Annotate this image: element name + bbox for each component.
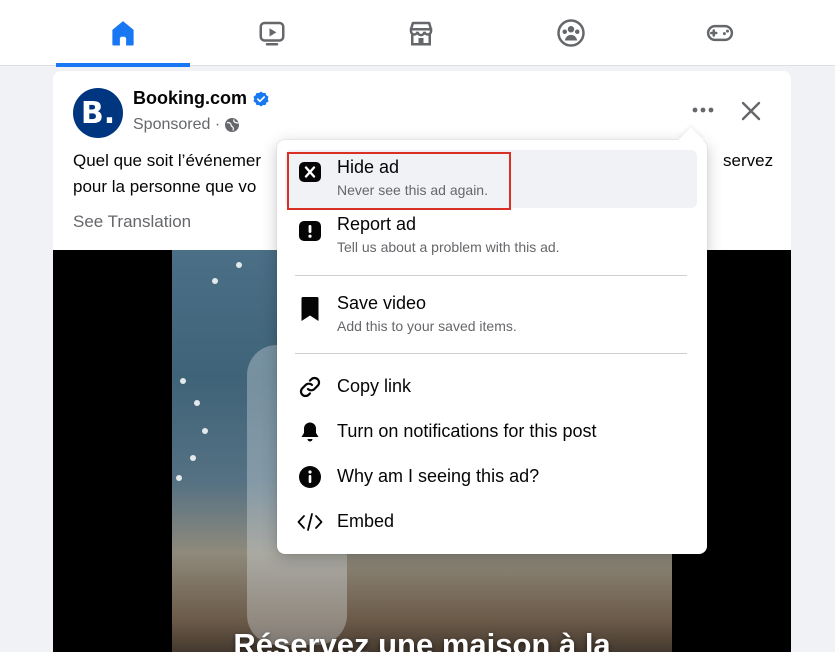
sponsored-label[interactable]: Sponsored · (133, 116, 220, 134)
home-icon (112, 21, 134, 46)
notifications-label: Turn on notifications for this post (337, 421, 597, 441)
post-meta: Sponsored · (133, 116, 240, 134)
tab-home[interactable] (56, 0, 190, 67)
water-sparkle (236, 262, 242, 268)
menu-divider (295, 275, 687, 276)
caption-line-1: Quel que soit l’événemer (73, 151, 262, 170)
verified-badge-icon (253, 91, 269, 106)
menu-item-save-video[interactable]: Save video Add this to your saved items. (285, 286, 697, 342)
gaming-icon (706, 24, 734, 42)
avatar-letter: B. (80, 95, 116, 131)
author-name[interactable]: Booking.com (133, 88, 247, 109)
save-video-description: Add this to your saved items. (337, 318, 517, 334)
report-ad-label: Report ad (337, 214, 417, 234)
top-navigation (0, 0, 835, 67)
menu-item-why-ad[interactable]: Why am I seeing this ad? (285, 456, 697, 498)
report-ad-description: Tell us about a problem with this ad. (337, 239, 560, 255)
water-sparkle (194, 400, 200, 406)
menu-item-embed[interactable]: Embed (285, 501, 697, 543)
tab-gaming[interactable] (653, 0, 787, 66)
annotation-highlight-box (287, 152, 511, 210)
tab-marketplace[interactable] (354, 0, 488, 66)
marketplace-icon (409, 21, 433, 46)
bell-icon (297, 419, 323, 445)
menu-divider (295, 353, 687, 354)
tab-groups[interactable] (504, 0, 638, 66)
video-icon (259, 21, 285, 46)
info-icon (297, 464, 323, 490)
water-sparkle (212, 278, 218, 284)
link-icon (297, 374, 323, 400)
bookmark-icon (297, 296, 323, 322)
tab-video[interactable] (205, 0, 339, 66)
video-overlay-text: Réservez une maison à la (233, 627, 611, 652)
menu-item-report-ad[interactable]: Report ad Tell us about a problem with t… (285, 210, 697, 264)
why-ad-label: Why am I seeing this ad? (337, 466, 540, 486)
water-sparkle (176, 475, 182, 481)
groups-icon (557, 19, 585, 47)
post-options-menu: Hide ad Never see this ad again. Report … (277, 127, 707, 554)
more-options-button[interactable] (685, 96, 721, 124)
menu-item-copy-link[interactable]: Copy link (285, 366, 697, 408)
see-translation-link[interactable]: See Translation (73, 212, 191, 232)
report-ad-icon (297, 218, 323, 244)
water-sparkle (202, 428, 208, 434)
close-icon (741, 101, 761, 121)
globe-icon (225, 118, 240, 132)
water-sparkle (180, 378, 186, 384)
menu-item-notifications[interactable]: Turn on notifications for this post (285, 411, 697, 453)
code-icon (297, 509, 323, 535)
save-video-label: Save video (337, 293, 427, 313)
copy-link-label: Copy link (337, 376, 412, 396)
avatar[interactable]: B. (73, 88, 123, 138)
embed-label: Embed (337, 511, 395, 531)
hide-post-button[interactable] (733, 93, 769, 129)
post-author[interactable]: Booking.com (133, 88, 269, 109)
more-dots-icon (692, 107, 714, 113)
water-sparkle (190, 455, 196, 461)
caption-line-1-end: servez (723, 151, 774, 170)
